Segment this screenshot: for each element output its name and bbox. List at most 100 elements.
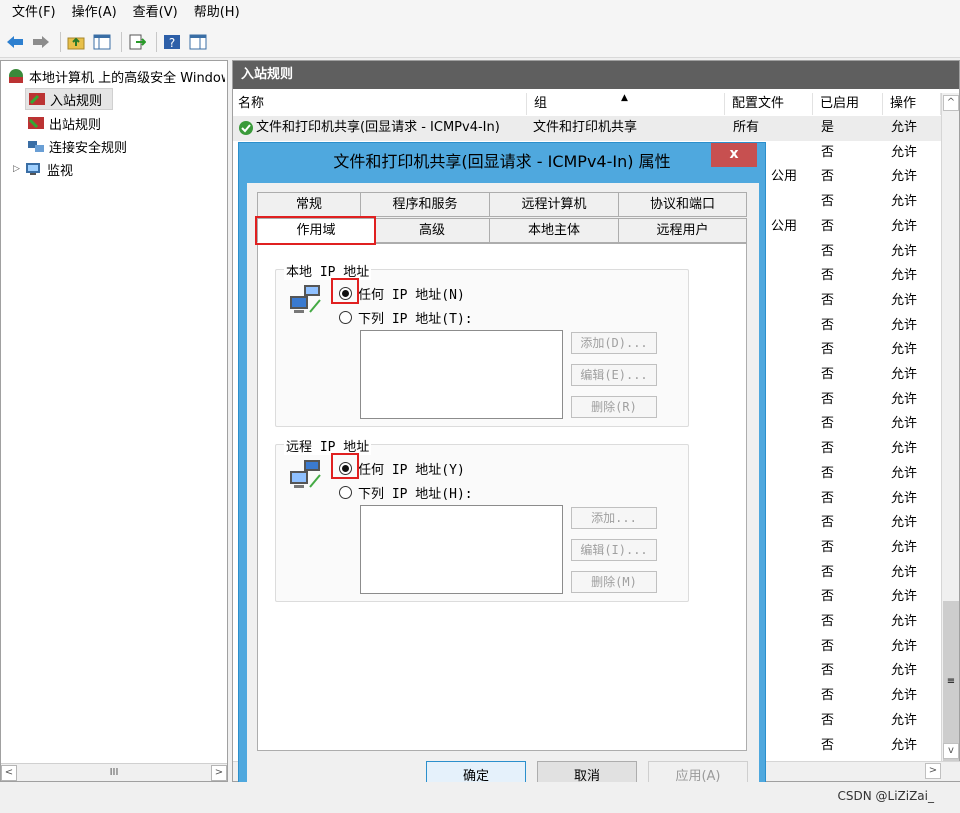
tab-remote-users[interactable]: 远程用户	[618, 218, 747, 243]
rule-action: 允许	[891, 367, 918, 382]
rule-action: 允许	[891, 144, 918, 160]
folder-up-icon[interactable]	[65, 31, 87, 53]
tree-item-label: 连接安全规则	[49, 140, 128, 156]
radio-label: 下列 IP 地址(T):	[358, 312, 473, 327]
rule-action: 允许	[891, 268, 918, 284]
rule-enabled: 否	[821, 688, 835, 704]
remote-edit-button[interactable]: 编辑(I)...	[571, 539, 657, 561]
help-icon[interactable]: ?	[161, 31, 183, 53]
local-ip-group: 本地 IP 地址 任何 IP 地址(N) 下列 IP 地址(T): 添加(D).…	[275, 261, 689, 427]
local-ip-listbox[interactable]	[360, 330, 563, 419]
tree-item-outbound-rules[interactable]: 出站规则	[27, 112, 217, 134]
tab-local-principals[interactable]: 本地主体	[489, 218, 619, 243]
tree-horizontal-scrollbar[interactable]: < III >	[1, 763, 227, 781]
network-computers-icon	[290, 285, 321, 313]
rule-enabled: 否	[821, 490, 835, 506]
tab-protocols-ports[interactable]: 协议和端口	[618, 192, 747, 217]
back-arrow-icon[interactable]	[4, 31, 26, 53]
table-row[interactable]: 文件和打印机共享(回显请求 - ICMPv4-In) 文件和打印机共享 所有 是 允许	[233, 116, 941, 141]
rule-action: 允许	[891, 490, 918, 506]
menu-file[interactable]: 文件(F)	[4, 0, 64, 26]
remote-add-button[interactable]: 添加...	[571, 507, 657, 529]
close-button[interactable]: x	[711, 143, 757, 167]
tab-general[interactable]: 常规	[257, 192, 361, 217]
rule-action: 允许	[891, 712, 918, 728]
tree-item-label: 出站规则	[49, 117, 102, 133]
tree-item-monitoring[interactable]: ▷ 监视	[13, 158, 213, 180]
toolbar-separator	[156, 31, 157, 52]
rule-profile: 公用	[771, 218, 798, 234]
monitoring-icon	[26, 163, 40, 175]
rule-action: 允许	[891, 589, 918, 605]
dialog-title: 文件和打印机共享(回显请求 - ICMPv4-In) 属性	[333, 152, 671, 171]
rule-action: 允许	[891, 317, 918, 333]
tab-remote-computers[interactable]: 远程计算机	[489, 192, 619, 217]
rule-enabled: 否	[821, 638, 835, 654]
rule-profile: 公用	[771, 169, 798, 185]
rule-enabled: 否	[821, 169, 835, 185]
highlight-box	[331, 278, 359, 304]
scroll-thumb[interactable]: ≡	[943, 601, 959, 761]
export-list-icon[interactable]	[126, 31, 148, 53]
connection-security-icon	[28, 141, 44, 152]
scroll-right-icon[interactable]: >	[925, 763, 941, 779]
scroll-down-icon[interactable]: v	[943, 743, 959, 759]
rule-enabled: 否	[821, 416, 835, 432]
dialog-body: 常规 程序和服务 远程计算机 协议和端口 作用域 高级 本地主体 远程用户 本地…	[247, 183, 759, 806]
rule-enabled: 否	[821, 515, 835, 531]
rule-enabled: 否	[821, 194, 835, 210]
menu-view[interactable]: 查看(V)	[125, 0, 186, 26]
expand-arrow-icon[interactable]: ▷	[13, 164, 23, 174]
highlight-box	[255, 216, 376, 245]
local-edit-button[interactable]: 编辑(E)...	[571, 364, 657, 386]
column-header-action[interactable]: 操作	[885, 93, 941, 115]
remote-remove-button[interactable]: 删除(M)	[571, 571, 657, 593]
rule-name: 文件和打印机共享(回显请求 - ICMPv4-In)	[256, 120, 500, 135]
tree-item-label: 入站规则	[50, 93, 103, 109]
rule-enabled: 否	[821, 441, 835, 457]
rule-enabled: 否	[821, 663, 835, 679]
tree-root[interactable]: 本地计算机 上的高级安全 Windows Defender 防火墙	[7, 65, 225, 87]
rule-action: 允许	[891, 416, 918, 432]
rule-action: 允许	[891, 515, 918, 531]
rule-enabled: 否	[821, 589, 835, 605]
local-list-ip-radio[interactable]: 下列 IP 地址(T):	[339, 308, 473, 327]
firewall-globe-icon	[9, 69, 23, 83]
menu-help[interactable]: 帮助(H)	[186, 0, 248, 26]
console-tree-icon[interactable]	[91, 31, 113, 53]
rule-enabled: 否	[821, 737, 835, 753]
rule-group: 文件和打印机共享	[533, 120, 638, 135]
menu-action[interactable]: 操作(A)	[64, 0, 125, 26]
toolbar: ?	[0, 26, 960, 58]
rule-action: 允许	[891, 688, 918, 704]
radio-unselected-icon	[339, 311, 352, 324]
scroll-thumb[interactable]: III	[21, 766, 207, 780]
rules-vertical-scrollbar[interactable]: ^ ≡ v	[941, 93, 959, 761]
pane-title: 入站规则	[233, 61, 959, 89]
scroll-right-icon[interactable]: >	[211, 764, 227, 781]
remote-list-ip-radio[interactable]: 下列 IP 地址(H):	[339, 483, 473, 502]
tree-item-inbound-rules[interactable]: 入站规则	[25, 88, 113, 110]
remote-ip-listbox[interactable]	[360, 505, 563, 594]
radio-unselected-icon	[339, 486, 352, 499]
inbound-rules-icon	[29, 93, 45, 105]
tab-programs-services[interactable]: 程序和服务	[360, 192, 490, 217]
local-remove-button[interactable]: 删除(R)	[571, 396, 657, 418]
tree-item-connection-security[interactable]: 连接安全规则	[27, 135, 217, 157]
rule-enabled: 否	[821, 539, 835, 555]
action-pane-icon[interactable]	[187, 31, 209, 53]
scope-panel: 本地 IP 地址 任何 IP 地址(N) 下列 IP 地址(T): 添加(D).…	[257, 243, 747, 751]
rule-action: 允许	[891, 737, 918, 753]
scroll-left-icon[interactable]: <	[1, 764, 17, 781]
column-header-group[interactable]: 组 ▲	[529, 93, 725, 115]
scroll-up-icon[interactable]: ^	[943, 95, 959, 111]
column-header-profile[interactable]: 配置文件	[727, 93, 813, 115]
tab-advanced[interactable]: 高级	[374, 218, 490, 243]
column-header-enabled[interactable]: 已启用	[815, 93, 883, 115]
rule-action: 允许	[891, 614, 918, 629]
local-add-button[interactable]: 添加(D)...	[571, 332, 657, 354]
forward-arrow-icon[interactable]	[30, 31, 52, 53]
network-computers-icon	[290, 460, 321, 488]
rule-enabled: 否	[821, 218, 835, 234]
column-header-name[interactable]: 名称	[233, 93, 527, 115]
